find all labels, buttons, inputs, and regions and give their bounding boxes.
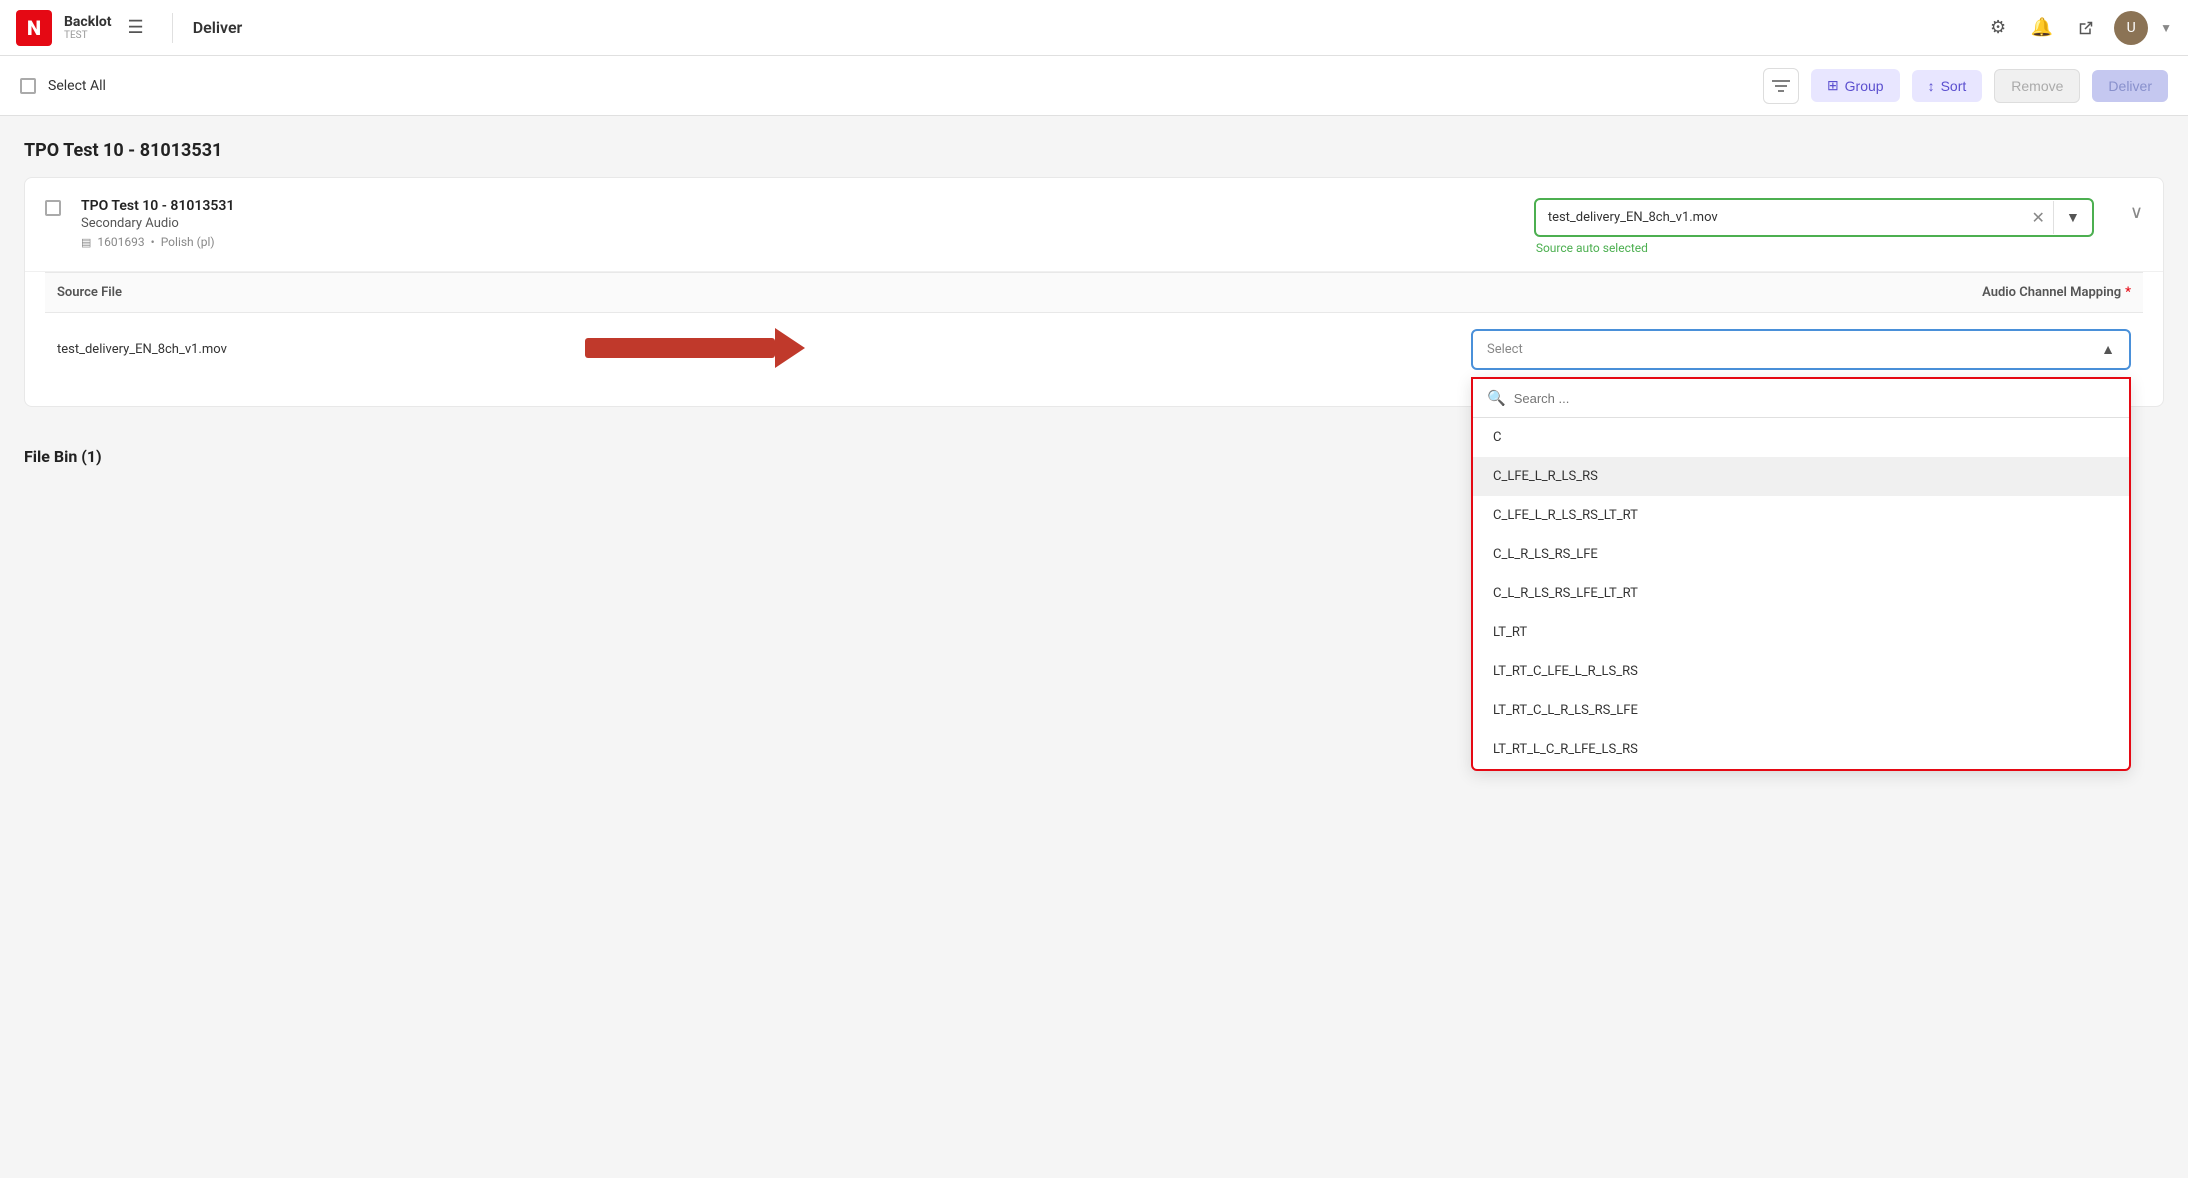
meta-lang: Polish (pl) <box>161 235 215 249</box>
hamburger-menu-icon[interactable]: ☰ <box>124 13 148 42</box>
card-checkbox[interactable] <box>45 200 61 216</box>
deliver-button[interactable]: Deliver <box>2092 70 2168 102</box>
arrow-annotation <box>585 324 805 376</box>
notifications-icon[interactable]: 🔔 <box>2026 12 2058 44</box>
dropdown-item[interactable]: C_LFE_L_R_LS_RS <box>1473 457 2129 496</box>
dropdown-item[interactable]: LT_RT_L_C_R_LFE_LS_RS <box>1473 730 2129 769</box>
group-icon: ⊞ <box>1827 77 1839 94</box>
app-logo: N <box>16 10 52 46</box>
card-source: test_delivery_EN_8ch_v1.mov ✕ ▼ Source a… <box>1534 198 2094 255</box>
section-title: TPO Test 10 - 81013531 <box>24 140 2164 161</box>
source-file-value: test_delivery_EN_8ch_v1.mov <box>1536 200 2024 235</box>
card-subtitle: Secondary Audio <box>81 216 1514 231</box>
required-indicator: * <box>2125 285 2131 300</box>
section-label: Deliver <box>193 18 243 37</box>
dropdown-item[interactable]: C_L_R_LS_RS_LFE <box>1473 535 2129 574</box>
dropdown-item[interactable]: C <box>1473 418 2129 457</box>
top-navigation: N Backlot TEST ☰ Deliver ⚙ 🔔 U ▼ <box>0 0 2188 56</box>
dropdown-item[interactable]: C_LFE_L_R_LS_RS_LT_RT <box>1473 496 2129 535</box>
table-area: Source File Audio Channel Mapping * test… <box>25 272 2163 406</box>
app-env: TEST <box>64 30 112 41</box>
search-icon: 🔍 <box>1487 389 1506 407</box>
dropdown-search-area: 🔍 <box>1473 379 2129 418</box>
external-link-icon[interactable] <box>2070 12 2102 44</box>
group-button[interactable]: ⊞ Group <box>1811 69 1900 102</box>
mapping-chevron-icon: ▲ <box>2101 341 2115 358</box>
mapping-placeholder: Select <box>1487 342 1523 357</box>
avatar[interactable]: U <box>2114 11 2148 45</box>
meta-id: 1601693 <box>97 235 144 249</box>
dropdown-item[interactable]: C_L_R_LS_RS_LFE_LT_RT <box>1473 574 2129 613</box>
dropdown-item[interactable]: LT_RT_C_LFE_L_R_LS_RS <box>1473 652 2129 691</box>
dropdown-item[interactable]: LT_RT_C_L_R_LS_RS_LFE <box>1473 691 2129 730</box>
source-clear-icon[interactable]: ✕ <box>2024 200 2053 235</box>
avatar-chevron-icon[interactable]: ▼ <box>2160 21 2172 35</box>
table-header: Source File Audio Channel Mapping * <box>45 272 2143 313</box>
remove-button[interactable]: Remove <box>1994 69 2080 103</box>
source-dropdown-arrow-icon[interactable]: ▼ <box>2053 201 2092 234</box>
select-all-label[interactable]: Select All <box>48 78 106 94</box>
sort-button[interactable]: ↕ Sort <box>1912 70 1983 102</box>
main-content: TPO Test 10 - 81013531 TPO Test 10 - 810… <box>0 116 2188 478</box>
app-title-group: Backlot TEST <box>64 14 112 41</box>
card-expand-icon[interactable]: ∨ <box>2130 202 2143 223</box>
card-title: TPO Test 10 - 81013531 <box>81 198 1514 214</box>
sort-icon: ↕ <box>1928 78 1935 94</box>
card-meta: ▤ 1601693 • Polish (pl) <box>81 235 1514 249</box>
settings-icon[interactable]: ⚙ <box>1982 12 2014 44</box>
dropdown-item[interactable]: LT_RT <box>1473 613 2129 652</box>
dropdown-search-input[interactable] <box>1514 391 2115 406</box>
audio-mapping-select[interactable]: Select ▲ <box>1471 329 2131 370</box>
filter-button[interactable] <box>1763 68 1799 104</box>
meta-icon: ▤ <box>81 236 91 249</box>
table-row: test_delivery_EN_8ch_v1.mov <box>45 313 2143 386</box>
app-name: Backlot <box>64 14 112 30</box>
source-hint: Source auto selected <box>1536 241 2094 255</box>
audio-mapping-dropdown: 🔍 CC_LFE_L_R_LS_RSC_LFE_L_R_LS_RS_LT_RTC… <box>1471 377 2131 771</box>
toolbar: Select All ⊞ Group ↕ Sort Remove Deliver <box>0 56 2188 116</box>
source-col-header: Source File <box>57 285 1982 300</box>
audio-mapping-col: Select ▲ 🔍 CC_LFE_L_R_LS_RSC_LFE_L_R_LS_… <box>1471 329 2131 370</box>
card-header: TPO Test 10 - 81013531 Secondary Audio ▤… <box>25 178 2163 272</box>
audio-col-header: Audio Channel Mapping * <box>1982 285 2131 300</box>
dropdown-items-list: CC_LFE_L_R_LS_RSC_LFE_L_R_LS_RS_LT_RTC_L… <box>1473 418 2129 769</box>
source-dropdown[interactable]: test_delivery_EN_8ch_v1.mov ✕ ▼ <box>1534 198 2094 237</box>
delivery-card: TPO Test 10 - 81013531 Secondary Audio ▤… <box>24 177 2164 407</box>
select-all-checkbox[interactable] <box>20 78 36 94</box>
card-info: TPO Test 10 - 81013531 Secondary Audio ▤… <box>81 198 1514 249</box>
nav-divider <box>172 13 173 43</box>
